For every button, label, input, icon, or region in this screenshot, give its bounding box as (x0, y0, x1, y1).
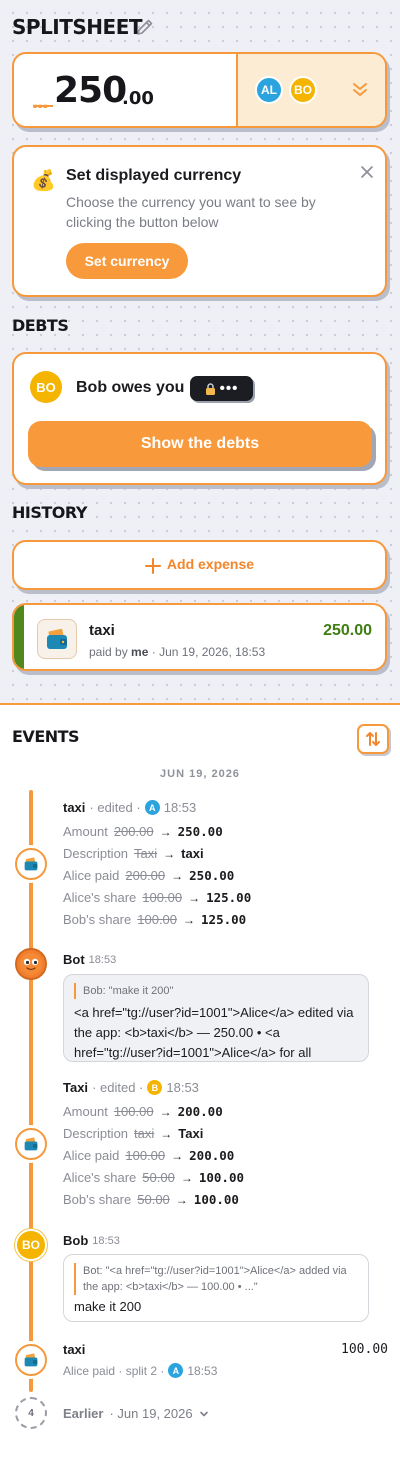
set-currency-card: 💰 Set displayed currency Choose the curr… (12, 145, 387, 297)
avatar: B (147, 1080, 163, 1095)
arrow-right-icon: → (175, 1192, 188, 1207)
event-time: 18:53 (187, 1363, 218, 1378)
arrow-right-icon: → (159, 1104, 172, 1119)
reply-quote[interactable]: Bob: "make it 200" (74, 983, 358, 999)
arrow-right-icon: → (163, 846, 176, 861)
wallet-icon (15, 1344, 47, 1376)
expense-status-strip (14, 605, 24, 669)
event-time: 18:53 (163, 800, 197, 815)
members-panel[interactable]: AL BO (236, 54, 385, 126)
change-row: Alice's share 50.00 → 100.00 (63, 1170, 244, 1185)
sort-button[interactable] (357, 724, 389, 754)
show-debts-button[interactable]: Show the debts (28, 421, 372, 467)
event-header: Taxi · edited · B 18:53 (63, 1080, 199, 1095)
message-time: 18:53 (88, 953, 117, 966)
wallet-icon (37, 619, 77, 659)
expense-payer: me (131, 645, 149, 659)
app-title: SPLITSHEET (12, 15, 143, 39)
avatar: A (168, 1363, 184, 1378)
message-text: <a href="tg://user?id=1001">Alice</a> ed… (74, 1005, 354, 1060)
currency-placeholder: ... (32, 88, 48, 113)
card-description: Choose the currency you want to see by c… (66, 194, 316, 230)
event-meta: Alice paid · split 2 · A 18:53 (63, 1363, 218, 1378)
section-divider (0, 703, 400, 705)
double-chevron-down-icon[interactable] (351, 80, 369, 98)
earlier-count-badge: 4 (15, 1397, 47, 1429)
change-row: Alice paid 100.00 → 200.00 (63, 1148, 235, 1163)
debts-section-title: DEBTS (12, 316, 69, 335)
change-row: Description Taxi → taxi (63, 846, 204, 861)
change-row: Amount 200.00 → 250.00 (63, 824, 223, 839)
arrow-right-icon: → (180, 1170, 193, 1185)
change-row: Bob's share 50.00 → 100.00 (63, 1192, 239, 1207)
change-row: Bob's share 100.00 → 125.00 (63, 912, 247, 927)
arrow-right-icon: → (171, 1148, 184, 1163)
timeline-line (29, 790, 33, 1392)
event-name: taxi (63, 800, 86, 815)
sender-name: Bot (63, 952, 85, 967)
events-section-title: EVENTS (12, 727, 80, 746)
change-row: Alice's share 100.00 → 125.00 (63, 890, 252, 905)
close-icon[interactable] (359, 164, 375, 180)
wallet-icon (15, 1128, 47, 1160)
total-decimals: .00 (122, 88, 154, 109)
hidden-amount: ••• (219, 380, 239, 397)
chevron-down-icon (199, 1411, 208, 1416)
sort-arrows-icon (366, 732, 380, 746)
event-header: taxi (63, 1342, 85, 1357)
expense-date: · Jun 19, 2026, 18:53 (151, 645, 266, 659)
message-text: make it 200 (74, 1299, 142, 1314)
avatar: BO (15, 1229, 47, 1261)
earlier-label: Earlier (63, 1406, 104, 1421)
sender-name: Bob (63, 1233, 89, 1248)
message-header: Bob 18:53 (63, 1233, 120, 1248)
arrow-right-icon: → (159, 824, 172, 839)
expense-amount: 250.00 (323, 622, 372, 639)
expense-meta: paid by me · Jun 19, 2026, 18:53 (89, 645, 266, 659)
add-expense-button[interactable]: Add expense (12, 540, 387, 590)
wallet-icon (15, 848, 47, 880)
arrow-right-icon: → (160, 1126, 173, 1141)
event-name: Taxi (63, 1080, 89, 1095)
arrow-right-icon: → (188, 890, 201, 905)
event-time: 18:53 (166, 1080, 199, 1095)
total-card[interactable]: ... 250 .00 AL BO (12, 52, 387, 128)
money-bag-icon: 💰 (31, 170, 56, 192)
pencil-icon[interactable] (135, 17, 155, 37)
hidden-amount-pill[interactable]: ••• (190, 376, 253, 401)
debt-text: Bob owes you (76, 379, 185, 396)
history-section-title: HISTORY (12, 503, 87, 522)
arrow-right-icon: → (171, 868, 184, 883)
reply-quote[interactable]: Bot: "<a href="tg://user?id=1001">Alice<… (74, 1263, 358, 1295)
avatar: AL (255, 76, 283, 104)
bot-avatar (15, 948, 47, 980)
expense-item[interactable]: taxi paid by me · Jun 19, 2026, 18:53 25… (12, 603, 387, 671)
events-date: JUN 19, 2026 (160, 768, 240, 780)
expense-name: taxi (89, 622, 115, 639)
card-title: Set displayed currency (66, 167, 242, 184)
total-amount: 250 (54, 70, 127, 111)
add-expense-label: Add expense (166, 556, 255, 572)
arrow-right-icon: → (183, 912, 196, 927)
debts-card: BO Bob owes you ••• Show the debts (12, 352, 387, 485)
lock-icon (205, 382, 215, 395)
avatar: BO (289, 76, 317, 104)
earlier-toggle[interactable]: Earlier · Jun 19, 2026 (63, 1406, 209, 1421)
message-bubble: Bob: "make it 200" <a href="tg://user?id… (63, 974, 369, 1062)
change-row: Alice paid 200.00 → 250.00 (63, 868, 235, 883)
set-currency-button[interactable]: Set currency (66, 243, 188, 279)
change-row: Description taxi → Taxi (63, 1126, 204, 1141)
earlier-date: · Jun 19, 2026 (109, 1406, 193, 1421)
message-header: Bot 18:53 (63, 952, 116, 967)
message-bubble: Bot: "<a href="tg://user?id=1001">Alice<… (63, 1254, 369, 1322)
event-amount: 100.00 (341, 1342, 388, 1357)
event-name: taxi (63, 1342, 86, 1357)
change-row: Amount 100.00 → 200.00 (63, 1104, 223, 1119)
event-header: taxi · edited · A 18:53 (63, 800, 197, 815)
avatar: BO (30, 371, 62, 403)
avatar: A (144, 800, 160, 815)
message-time: 18:53 (92, 1234, 120, 1247)
